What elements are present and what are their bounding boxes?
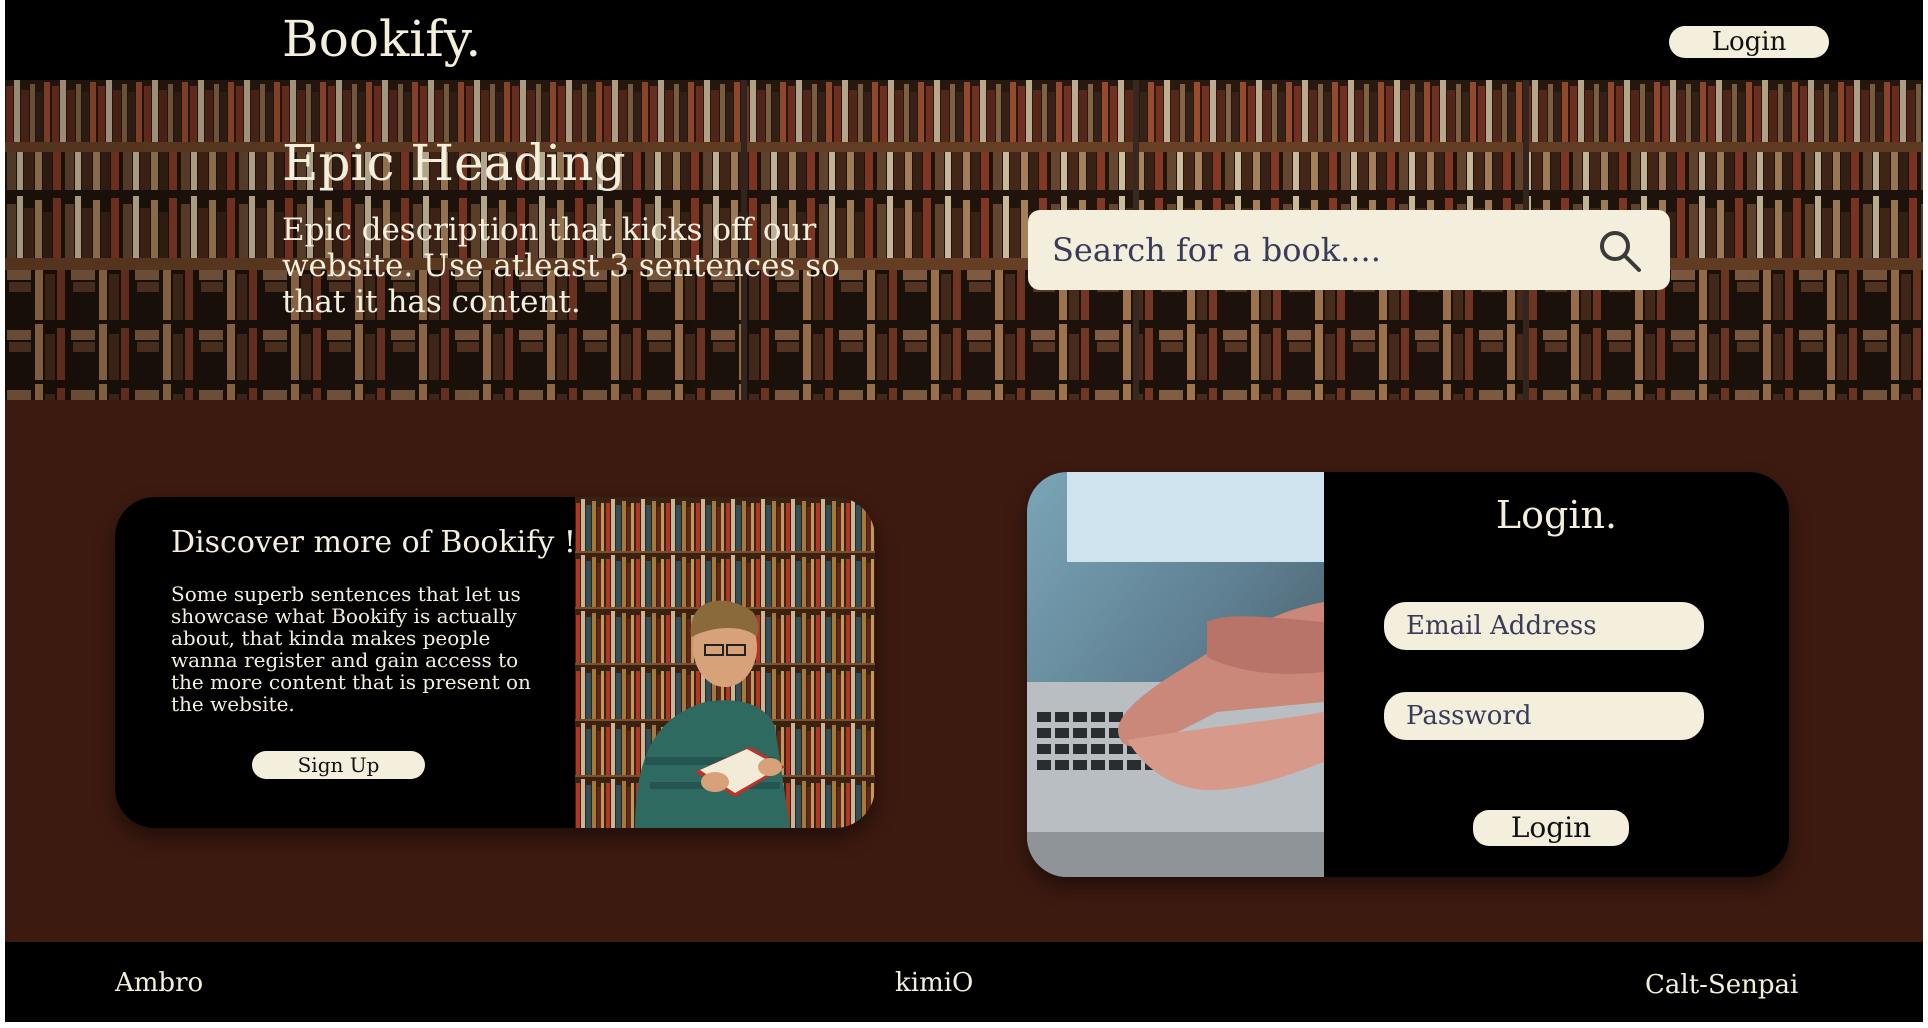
footer: Ambro kimiO Calt-Senpai bbox=[5, 942, 1923, 1022]
login-card: Login. Login bbox=[1027, 472, 1789, 877]
discover-card: Discover more of Bookify ! Some superb s… bbox=[115, 497, 875, 828]
library-reader-photo bbox=[575, 497, 875, 828]
brand-logo[interactable]: Bookify. bbox=[282, 8, 481, 70]
email-field[interactable] bbox=[1384, 602, 1704, 650]
hero-banner: Epic Heading Epic description that kicks… bbox=[5, 80, 1923, 400]
login-title: Login. bbox=[1495, 493, 1618, 537]
hero-description: Epic description that kicks off our webs… bbox=[282, 212, 840, 320]
footer-author-3: Calt-Senpai bbox=[1645, 970, 1799, 1000]
sign-up-button[interactable]: Sign Up bbox=[252, 751, 425, 779]
search-input[interactable] bbox=[1052, 224, 1572, 276]
search-bar bbox=[1028, 210, 1670, 290]
hero-heading: Epic Heading bbox=[282, 134, 626, 192]
header-login-button[interactable]: Login bbox=[1669, 26, 1829, 58]
discover-text: Some superb sentences that let us showca… bbox=[171, 582, 531, 716]
login-submit-button[interactable]: Login bbox=[1473, 810, 1629, 846]
top-navbar: Bookify. Login bbox=[5, 0, 1923, 80]
laptop-typing-photo bbox=[1027, 472, 1324, 877]
password-field[interactable] bbox=[1384, 692, 1704, 740]
discover-title: Discover more of Bookify ! bbox=[171, 525, 576, 560]
search-icon[interactable] bbox=[1595, 226, 1643, 274]
footer-author-1: Ambro bbox=[115, 968, 204, 998]
footer-author-2: kimiO bbox=[895, 968, 974, 998]
page-frame: Bookify. Login Epic Heading Epic descrip… bbox=[5, 0, 1923, 1022]
